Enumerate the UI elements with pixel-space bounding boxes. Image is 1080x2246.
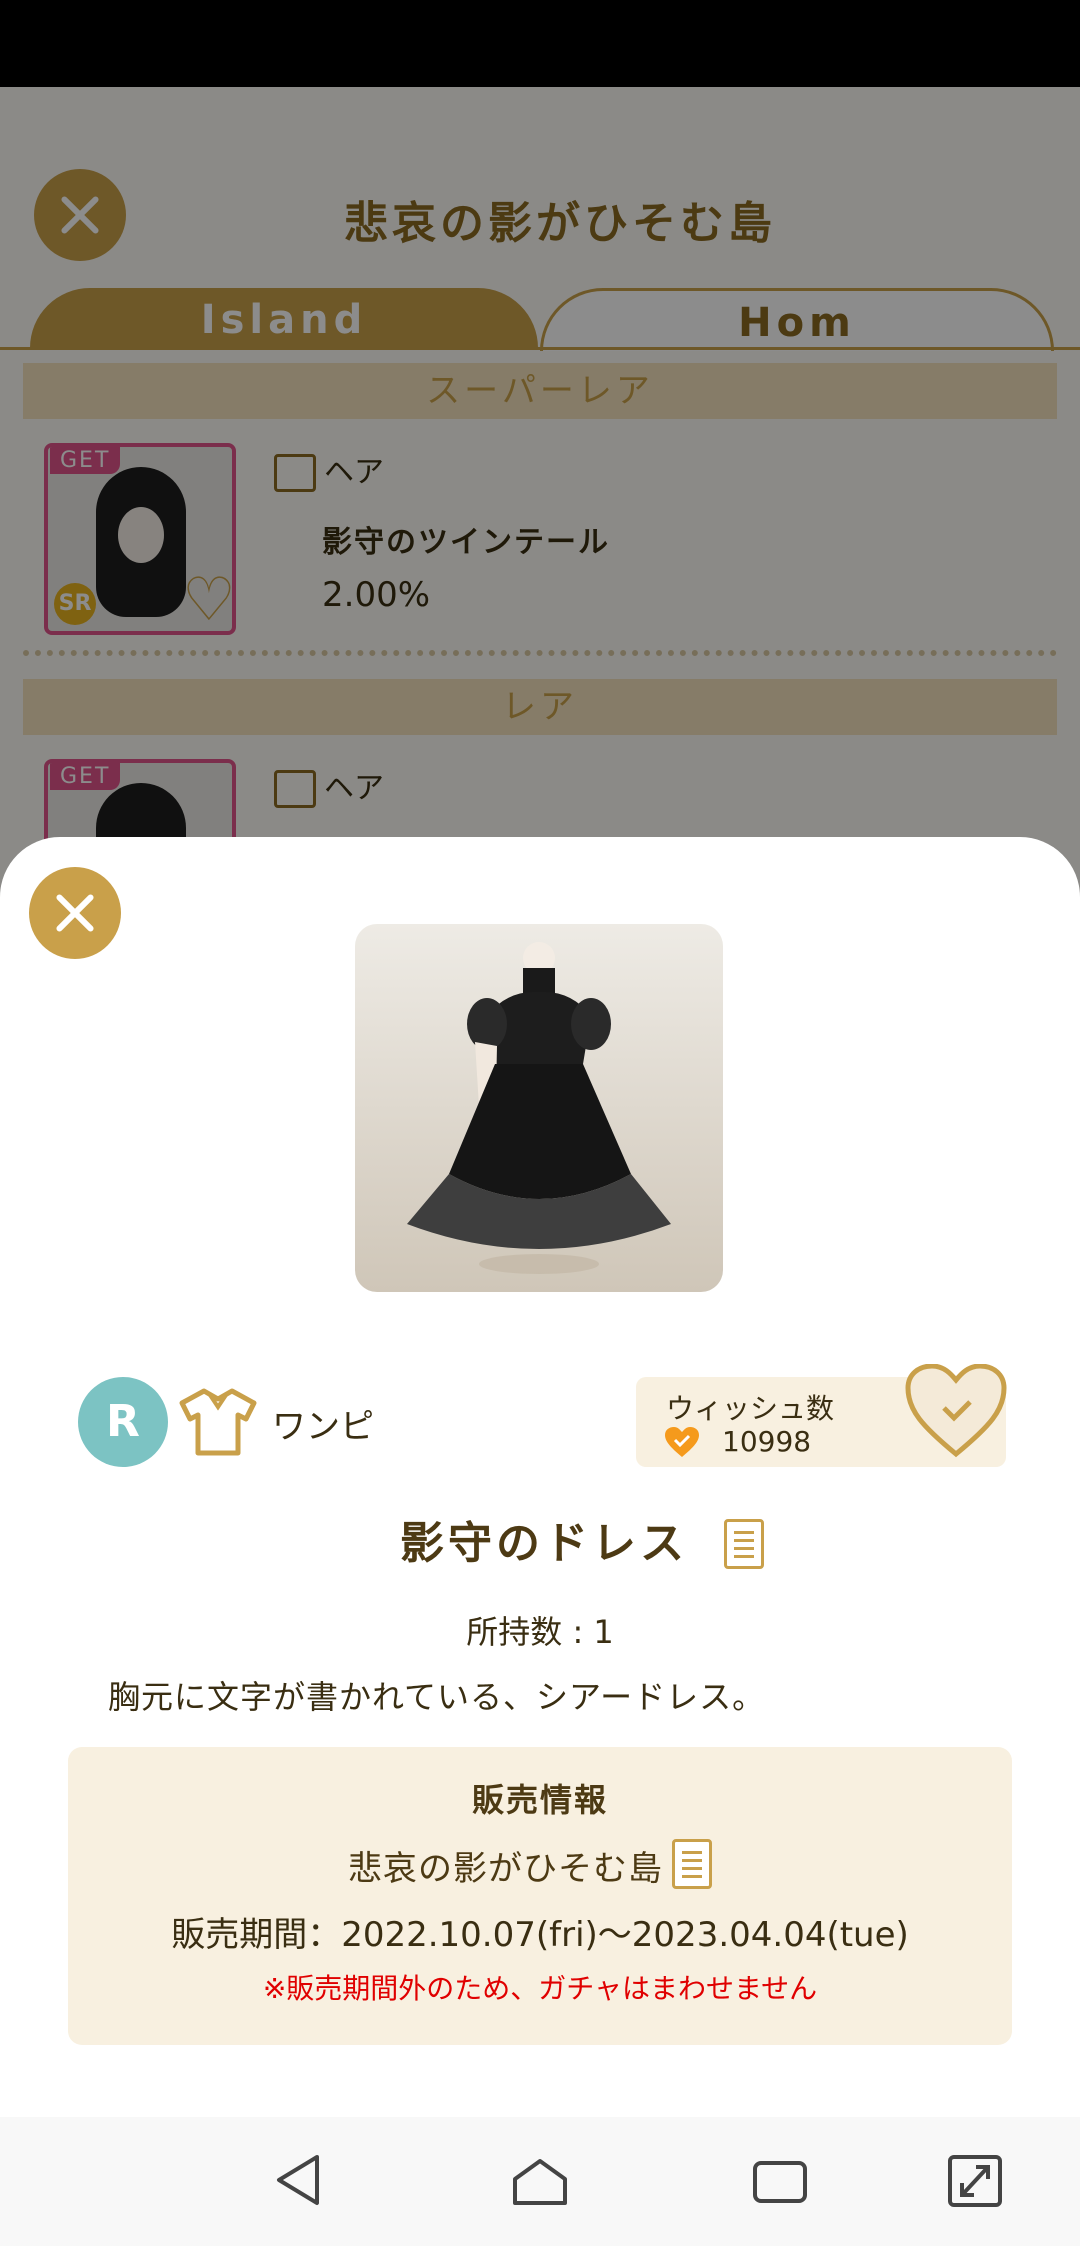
sales-info-box: 販売情報 悲哀の影がひそむ島 販売期間：2022.10.07(fri)〜2023… <box>68 1747 1012 2045</box>
close-button[interactable] <box>29 867 121 959</box>
recent-apps-icon[interactable] <box>745 2145 815 2215</box>
owned-count: 所持数 : 1 <box>466 1613 614 1651</box>
wish-label: ウィッシュ数 <box>666 1392 835 1425</box>
owned-value: 1 <box>593 1613 614 1651</box>
document-icon[interactable] <box>724 1519 764 1569</box>
rarity-badge: R <box>78 1377 168 1467</box>
sales-island-link[interactable]: 悲哀の影がひそむ島 <box>348 1841 663 1890</box>
owned-label: 所持数 <box>466 1613 563 1651</box>
status-bar <box>0 0 1080 87</box>
item-image <box>355 924 723 1292</box>
dress-shirt-icon <box>178 1385 258 1457</box>
navigation-bar <box>0 2117 1080 2246</box>
document-icon[interactable] <box>672 1839 712 1889</box>
sales-period: 販売期間：2022.10.07(fri)〜2023.04.04(tue) <box>171 1915 909 1955</box>
home-icon[interactable] <box>505 2145 575 2215</box>
item-description: 胸元に文字が書かれている、シアードレス。 <box>108 1678 766 1716</box>
item-name: 影守のドレス <box>400 1518 688 1569</box>
item-detail-sheet: R ワンピ ウィッシュ数 10998 影守のドレス 所持数 : 1 胸元に文字が… <box>0 837 1080 2117</box>
wish-count: 10998 <box>722 1425 812 1458</box>
sales-info-title: 販売情報 <box>471 1781 608 1819</box>
wish-heart-button[interactable] <box>904 1363 1008 1460</box>
sales-warning: ※販売期間外のため、ガチャはまわせません <box>262 1972 818 2005</box>
item-category: ワンピ <box>272 1407 374 1447</box>
back-icon[interactable] <box>265 2145 335 2215</box>
heart-icon <box>664 1427 700 1459</box>
expand-icon[interactable] <box>940 2145 1010 2215</box>
